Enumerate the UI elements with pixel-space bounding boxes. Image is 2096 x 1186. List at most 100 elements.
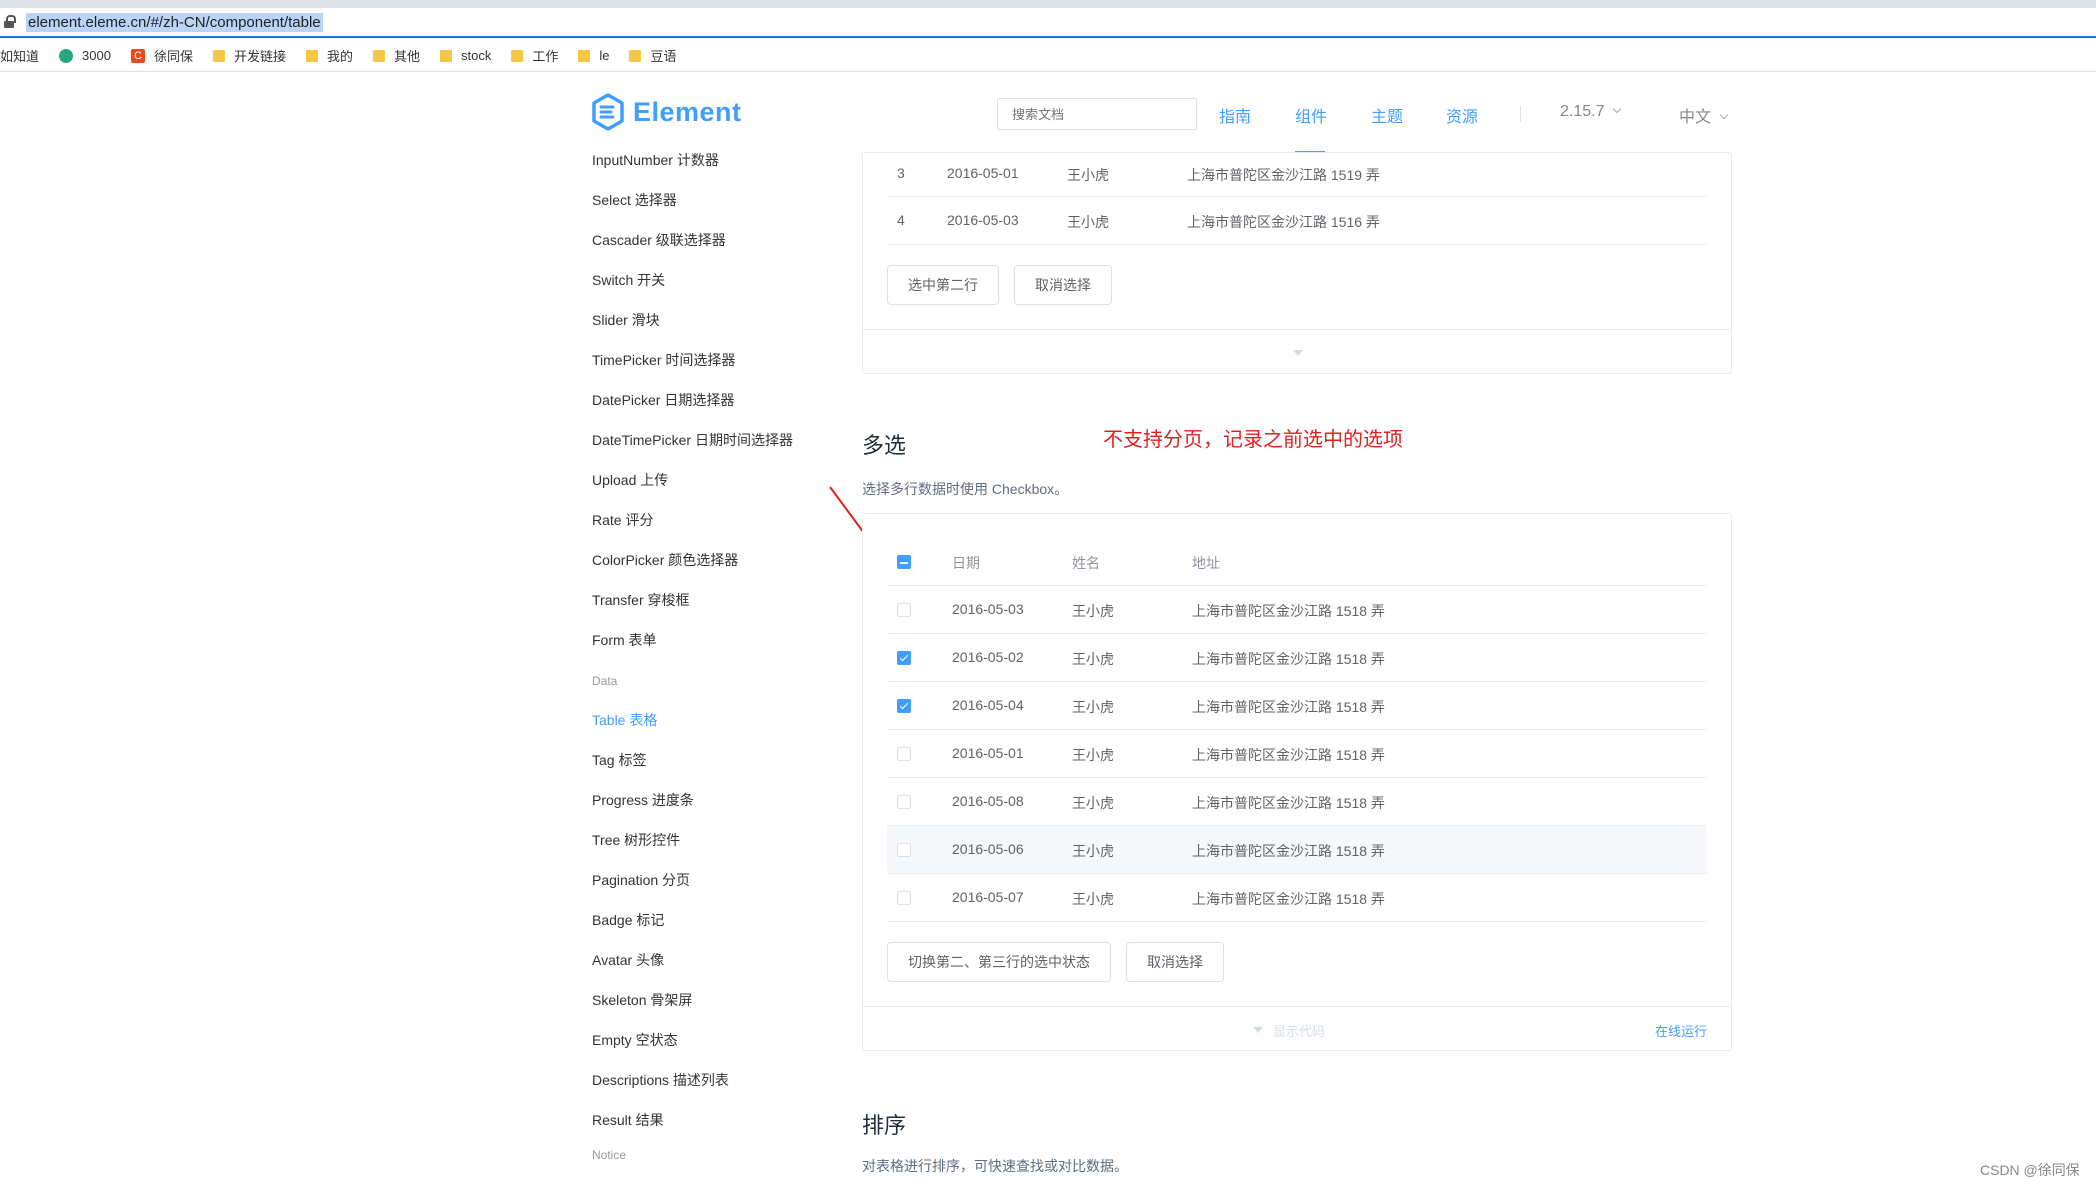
table-cell-name: 王小虎 xyxy=(1067,214,1109,230)
bookmark-item[interactable]: 3000 xyxy=(59,48,111,63)
bookmark-item[interactable]: 其他 xyxy=(372,46,420,65)
table-cell-name: 王小虎 xyxy=(1072,843,1114,859)
folder-icon xyxy=(511,49,524,62)
table-cell-date: 2016-05-02 xyxy=(952,649,1024,665)
sidebar-item[interactable]: Select 选择器 xyxy=(592,190,677,210)
logo-text: Element xyxy=(633,96,742,127)
bookmark-item[interactable]: 豆语 xyxy=(629,46,677,65)
sidebar-item[interactable]: Upload 上传 xyxy=(592,470,668,490)
lock-icon xyxy=(4,15,16,29)
table-cell-address: 上海市普陀区金沙江路 1518 弄 xyxy=(1192,603,1385,619)
section-title-sort: 排序 xyxy=(862,1113,907,1138)
sidebar-item[interactable]: Slider 滑块 xyxy=(592,310,660,330)
nav-component[interactable]: 组件 xyxy=(1295,103,1327,127)
column-header-date: 日期 xyxy=(952,555,980,571)
bookmark-item[interactable]: le xyxy=(578,48,609,63)
section-desc-sort: 对表格进行排序，可快速查找或对比数据。 xyxy=(862,1158,1128,1174)
sidebar-item[interactable]: Avatar 头像 xyxy=(592,950,664,970)
row-checkbox[interactable] xyxy=(897,795,911,809)
table-cell-date: 2016-05-01 xyxy=(952,745,1024,761)
sidebar-item[interactable]: Progress 进度条 xyxy=(592,790,694,810)
sidebar-item[interactable]: Rate 评分 xyxy=(592,510,653,530)
nav-guide[interactable]: 指南 xyxy=(1219,103,1251,127)
cancel-selection-button[interactable]: 取消选择 xyxy=(1126,942,1224,982)
code-toggle-bar[interactable]: 显示代码 在线运行 xyxy=(863,1006,1731,1050)
folder-icon xyxy=(212,49,225,62)
bookmark-item[interactable]: 如知道 xyxy=(0,46,39,65)
sidebar-item[interactable]: Descriptions 描述列表 xyxy=(592,1070,729,1090)
demo-multi-select-panel: 日期 姓名 地址 2016-05-03 王小虎 上海市普陀区金沙江路 1518 弄2… xyxy=(862,513,1732,1051)
sidebar-item[interactable]: Tree 树形控件 xyxy=(592,830,680,850)
sidebar-item[interactable]: TimePicker 时间选择器 xyxy=(592,350,735,370)
bookmark-label: 我的 xyxy=(326,49,353,64)
table-cell-name: 王小虎 xyxy=(1072,747,1114,763)
sidebar-item[interactable]: Table 表格 xyxy=(592,710,657,730)
sidebar-item[interactable]: Result 结果 xyxy=(592,1110,664,1130)
site-header: Element 指南 组件 主题 资源 2.15.7 中文 xyxy=(0,73,2096,155)
row-checkbox[interactable] xyxy=(897,603,911,617)
table-cell-name: 王小虎 xyxy=(1072,699,1114,715)
code-toggle-bar[interactable] xyxy=(863,329,1731,373)
select-all-checkbox[interactable] xyxy=(897,555,911,569)
section-desc-multi: 选择多行数据时使用 Checkbox。 xyxy=(862,481,1069,497)
table-cell-date: 2016-05-01 xyxy=(947,165,1019,181)
show-code-label[interactable]: 显示代码 xyxy=(1273,1021,1325,1040)
sidebar-item[interactable]: Badge 标记 xyxy=(592,910,664,930)
bookmark-label: 徐同保 xyxy=(153,49,193,64)
sidebar-item[interactable]: Pagination 分页 xyxy=(592,870,690,890)
nav-divider xyxy=(1520,106,1521,122)
bookmark-item[interactable]: stock xyxy=(440,48,491,63)
row-checkbox[interactable] xyxy=(897,891,911,905)
sidebar-item[interactable]: Switch 开关 xyxy=(592,270,665,290)
demo-single-select-panel: 3 2016-05-01 王小虎 上海市普陀区金沙江路 1519 弄 4 201… xyxy=(862,152,1732,374)
run-online-link[interactable]: 在线运行 xyxy=(1655,1021,1707,1040)
section-title-multi: 多选 xyxy=(862,433,907,458)
bookmark-label: 豆语 xyxy=(650,49,677,64)
language-select[interactable]: 中文 xyxy=(1679,103,1729,127)
url-text[interactable]: element.eleme.cn/#/zh-CN/component/table xyxy=(26,12,323,32)
element-logo[interactable]: Element xyxy=(591,93,742,131)
sidebar-item[interactable]: InputNumber 计数器 xyxy=(592,150,719,170)
search-input[interactable] xyxy=(997,98,1197,130)
row-checkbox[interactable] xyxy=(897,699,911,713)
sidebar-group-notice: Notice xyxy=(592,1148,627,1162)
bookmarks-bar: 如知道 3000 C 徐同保 开发链接 我的 其他 stock 工作 le 豆语 xyxy=(0,40,2096,72)
select-second-row-button[interactable]: 选中第二行 xyxy=(887,265,999,305)
chevron-down-icon xyxy=(1719,110,1729,120)
sidebar-item[interactable]: DatePicker 日期选择器 xyxy=(592,390,734,410)
row-checkbox[interactable] xyxy=(897,651,911,665)
table-cell-date: 2016-05-03 xyxy=(947,212,1019,228)
sidebar-item[interactable]: Skeleton 骨架屏 xyxy=(592,990,692,1010)
table-cell-address: 上海市普陀区金沙江路 1518 弄 xyxy=(1192,795,1385,811)
sidebar-item[interactable]: Transfer 穿梭框 xyxy=(592,590,690,610)
bookmark-label: 开发链接 xyxy=(233,49,286,64)
folder-icon xyxy=(578,49,591,62)
nav-resource[interactable]: 资源 xyxy=(1446,103,1478,127)
table-cell-address: 上海市普陀区金沙江路 1519 弄 xyxy=(1187,167,1380,183)
toggle-selection-button[interactable]: 切换第二、第三行的选中状态 xyxy=(887,942,1111,982)
version-select[interactable]: 2.15.7 xyxy=(1560,103,1622,121)
language-label: 中文 xyxy=(1679,109,1712,126)
bookmark-label: 其他 xyxy=(393,49,420,64)
table-cell-address: 上海市普陀区金沙江路 1518 弄 xyxy=(1192,891,1385,907)
browser-tab-strip xyxy=(0,0,2096,8)
nav-theme[interactable]: 主题 xyxy=(1371,103,1403,127)
folder-icon xyxy=(629,49,642,62)
bookmark-item[interactable]: 开发链接 xyxy=(212,46,286,65)
sidebar-item[interactable]: ColorPicker 颜色选择器 xyxy=(592,550,738,570)
sidebar-item[interactable]: Tag 标签 xyxy=(592,750,646,770)
sidebar-item[interactable]: DateTimePicker 日期时间选择器 xyxy=(592,430,793,450)
address-bar[interactable]: element.eleme.cn/#/zh-CN/component/table xyxy=(0,8,2096,38)
bookmark-item[interactable]: C 徐同保 xyxy=(130,46,193,65)
bookmark-label: stock xyxy=(461,48,492,63)
bookmark-item[interactable]: 我的 xyxy=(305,46,353,65)
bookmark-item[interactable]: 工作 xyxy=(511,46,558,65)
row-checkbox[interactable] xyxy=(897,843,911,857)
table-cell-name: 王小虎 xyxy=(1067,167,1109,183)
sidebar-item[interactable]: Form 表单 xyxy=(592,630,657,650)
sidebar-item[interactable]: Cascader 级联选择器 xyxy=(592,230,726,250)
cancel-selection-button[interactable]: 取消选择 xyxy=(1014,265,1112,305)
sidebar-item[interactable]: Empty 空状态 xyxy=(592,1030,678,1050)
row-checkbox[interactable] xyxy=(897,747,911,761)
bookmark-label: le xyxy=(599,48,610,63)
